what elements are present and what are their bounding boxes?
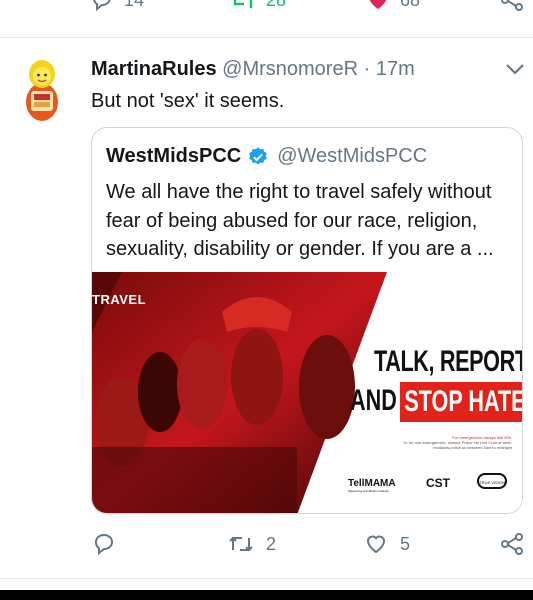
matryoshka-doll-icon <box>26 60 58 121</box>
user-handle[interactable]: @MrsnomoreR <box>222 58 358 80</box>
previous-tweet-actions: 14 28 68 <box>0 0 533 18</box>
timestamp[interactable]: 17m <box>376 58 415 80</box>
chevron-down-icon[interactable] <box>504 62 526 76</box>
prev-retweet-button[interactable]: 28 <box>230 0 286 12</box>
share-icon <box>501 533 523 555</box>
prev-like-button[interactable]: 68 <box>366 0 420 12</box>
share-icon <box>501 0 523 11</box>
reply-icon <box>94 533 114 556</box>
share-button[interactable] <box>500 532 524 556</box>
retweet-button[interactable]: 2 <box>228 532 276 556</box>
tellmama-logo-sub: Measuring Anti-Muslim Attacks <box>348 489 389 493</box>
tweet-divider <box>0 37 533 38</box>
tweet-header: MartinaRules @MrsnomoreR · 17m <box>91 58 415 81</box>
prev-reply-button[interactable]: 14 <box>90 0 144 12</box>
quoted-tweet-text: We all have the right to travel safely w… <box>106 181 494 260</box>
separator-dot: · <box>363 58 371 80</box>
tellmama-logo: TellMAMA Measuring Anti-Muslim Attacks <box>348 478 396 493</box>
retweet-icon <box>233 0 253 8</box>
cst-logo: CST <box>426 476 450 490</box>
prev-retweet-count: 28 <box>266 0 286 11</box>
poster-corner-text: TRAVEL <box>92 292 147 307</box>
tellmama-logo-text: TellMAMA <box>348 478 396 489</box>
quoted-handle: @WestMidsPCC <box>277 145 428 167</box>
reply-icon <box>93 0 111 12</box>
like-icon <box>366 535 386 554</box>
like-count: 5 <box>400 533 411 554</box>
display-name[interactable]: MartinaRules <box>91 58 217 80</box>
poster-small-print: For emergencies always dial 999. Or for … <box>392 435 512 450</box>
poster-headline-2b: STOP HATE <box>400 382 522 422</box>
tweet-actions: 2 5 <box>0 532 533 558</box>
like-button[interactable]: 5 <box>364 532 410 556</box>
system-nav-bar <box>0 590 533 600</box>
quoted-display-name: WestMidsPCC <box>106 145 242 167</box>
prev-like-count: 68 <box>400 0 420 11</box>
avatar[interactable] <box>22 56 62 122</box>
prev-reply-count: 14 <box>124 0 144 11</box>
bottom-divider <box>0 578 533 579</box>
quoted-tweet-card[interactable]: WestMidsPCC @WestMidsPCC We all have the… <box>91 127 523 514</box>
poster-headline-1: TALK, REPORT <box>374 345 523 378</box>
verified-badge-icon <box>249 146 268 164</box>
retweet-count: 2 <box>266 533 277 554</box>
retweet-icon <box>229 536 253 552</box>
tweet-text: But not 'sex' it seems. <box>91 90 285 112</box>
poster-headline-2a: AND <box>350 384 397 417</box>
like-filled-icon <box>369 0 387 9</box>
truevision-logo: TRUE VISION <box>477 473 507 489</box>
poster-small-print-2: Or for non-emergencies, contact Police v… <box>403 440 512 450</box>
quoted-tweet-image[interactable]: TRAVEL TALK, REPORT AND STOP HATE For em… <box>92 272 523 513</box>
prev-share-button[interactable] <box>500 0 533 12</box>
reply-button[interactable] <box>92 532 128 556</box>
quoted-tweet-header: WestMidsPCC @WestMidsPCC <box>106 145 427 168</box>
